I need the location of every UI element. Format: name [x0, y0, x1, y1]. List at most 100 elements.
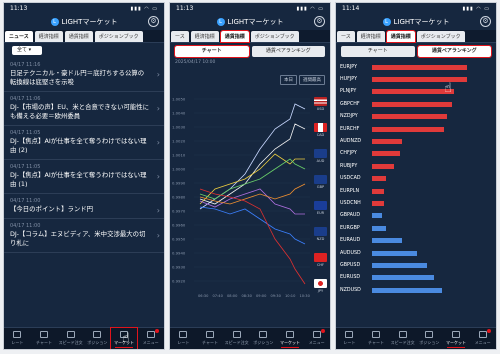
ranking-row[interactable]: AUDNZD	[336, 135, 496, 147]
nav-market[interactable]: マーケット	[277, 328, 304, 349]
status-bar: 11:13 ▮▮▮ ◠ ▭	[170, 3, 330, 14]
news-time: 04/17 11:06	[10, 96, 41, 102]
ranking-row[interactable]: CHFJPY	[336, 148, 496, 160]
x-tick-label: 08:30	[242, 294, 253, 298]
chevron-right-icon: ›	[156, 231, 160, 240]
ranking-row[interactable]: USDCAD	[336, 173, 496, 185]
gear-icon[interactable]: ⚙	[480, 16, 491, 27]
period-week-button[interactable]: 週間最高	[299, 75, 325, 85]
nav-speed-order[interactable]: スピード注文	[223, 328, 250, 349]
ranking-row[interactable]: EURUSD	[336, 272, 496, 284]
news-filter-select[interactable]: 全て ▾	[12, 46, 42, 55]
news-item[interactable]: 04/17 11:16 日足テクニカル・豪ドル円＝底打ちする公算の転換線は底堅さを…	[4, 58, 164, 92]
eur-flag-icon	[314, 201, 327, 210]
ranking-row[interactable]: NZDJPY	[336, 111, 496, 123]
ranking-row[interactable]: EURGBP	[336, 222, 496, 234]
nav-chart[interactable]: チャート	[31, 328, 58, 349]
chart-lines	[199, 103, 306, 285]
series-gbp	[199, 158, 306, 200]
tab-news[interactable]: ース	[171, 31, 189, 42]
ranking-bar	[372, 139, 402, 145]
ranking-row[interactable]: HUFJPY	[336, 73, 496, 85]
ranking-bar	[372, 176, 386, 182]
nav-position[interactable]: ポジション	[250, 328, 277, 349]
x-axis: 06:30 07:40 08:00 08:30 09:00 09:30 10:10 10:30	[198, 294, 311, 298]
nav-chart[interactable]: チャート	[363, 328, 390, 349]
nav-rate[interactable]: レート	[170, 328, 197, 349]
tab-position-book[interactable]: ポジションブック	[416, 31, 465, 42]
news-item[interactable]: 04/17 11:05 DJ-【焦点】AIが仕事を全て奪うわけではない理由 (2)…	[4, 126, 164, 160]
rate-icon	[13, 331, 22, 338]
position-icon	[425, 331, 434, 338]
gear-icon[interactable]: ⚙	[314, 16, 325, 27]
market-tabs: ース 経済指標 通貨指標 ポジションブック	[170, 30, 330, 43]
ranking-row[interactable]: PLNJPY	[336, 86, 496, 98]
subtab-pair-ranking[interactable]: 通貨ペアランキング	[251, 46, 325, 57]
period-today-button[interactable]: 本日	[280, 75, 297, 85]
nav-rate[interactable]: レート	[336, 328, 363, 349]
ranking-row[interactable]: EURPLN	[336, 185, 496, 197]
chevron-right-icon: ›	[156, 104, 160, 113]
nav-market[interactable]: マーケット	[443, 328, 470, 349]
pair-name: CHFJPY	[340, 151, 357, 157]
tab-currency[interactable]: 通貨指標	[64, 31, 93, 42]
nav-speed-order[interactable]: スピード注文	[389, 328, 416, 349]
pair-name: EURAUD	[340, 238, 361, 244]
nav-position[interactable]: ポジション	[84, 328, 111, 349]
x-tick-label: 08:00	[227, 294, 238, 298]
tab-economic[interactable]: 経済指標	[356, 31, 385, 42]
pair-name: HUFJPY	[340, 77, 358, 83]
ranking-row[interactable]: RUBJPY	[336, 160, 496, 172]
nav-position[interactable]: ポジション	[416, 328, 443, 349]
tab-news[interactable]: ース	[337, 31, 355, 42]
tab-position-book[interactable]: ポジションブック	[94, 31, 143, 42]
nav-menu[interactable]: メニュー	[303, 328, 330, 349]
tab-currency[interactable]: 通貨指標	[385, 30, 416, 43]
ranking-bar	[372, 188, 384, 194]
pair-name: NZDUSD	[340, 287, 361, 293]
news-item[interactable]: 04/17 11:00 DJ-【コラム】エヌビディア、米中交渉最大の切り札に ›	[4, 219, 164, 253]
chart-grid	[194, 98, 310, 282]
nav-menu[interactable]: メニュー	[469, 328, 496, 349]
news-item[interactable]: 04/17 11:00 【今日のポイント】ランド円 ›	[4, 194, 164, 219]
gear-icon[interactable]: ⚙	[148, 16, 159, 27]
subtab-chart[interactable]: チャート	[174, 45, 250, 58]
ranking-row[interactable]: EURAUD	[336, 234, 496, 246]
series-cad	[199, 123, 306, 205]
subtab-pair-ranking[interactable]: 通貨ペアランキング	[416, 45, 492, 58]
active-underline	[446, 346, 466, 348]
ranking-row[interactable]: GBPUSD	[336, 259, 496, 271]
tab-economic[interactable]: 経済指標	[34, 31, 63, 42]
ranking-bar	[372, 114, 447, 120]
tab-currency[interactable]: 通貨指標	[219, 30, 250, 43]
rate-icon	[345, 331, 354, 338]
ranking-row[interactable]: GBPCHF	[336, 98, 496, 110]
nav-rate[interactable]: レート	[4, 328, 31, 349]
news-headline: DJ-【市場の声】EU、米と合意できない可能性にも備える必要＝欧州委員	[10, 103, 150, 120]
ranking-row[interactable]: NZDUSD	[336, 284, 496, 296]
tab-economic[interactable]: 経済指標	[190, 31, 219, 42]
nav-chart[interactable]: チャート	[197, 328, 224, 349]
nav-speed-order[interactable]: スピード注文	[57, 328, 84, 349]
x-tick-label: 09:30	[271, 294, 282, 298]
ranking-row[interactable]: EURJPY	[336, 61, 496, 73]
news-item[interactable]: 04/17 11:05 DJ-【焦点】AIが仕事を全て奪うわけではない理由 (1)…	[4, 160, 164, 194]
news-headline: 【今日のポイント】ランド円	[10, 205, 94, 213]
ranking-row[interactable]: GBPAUD	[336, 210, 496, 222]
ranking-row[interactable]: USDCNH	[336, 197, 496, 209]
tab-news[interactable]: ニュース	[5, 31, 33, 42]
y-tick-label: 0.9960	[172, 223, 186, 228]
subtab-chart[interactable]: チャート	[341, 46, 415, 57]
tab-position-book[interactable]: ポジションブック	[250, 31, 299, 42]
chf-flag-icon	[314, 253, 327, 262]
bottom-nav: レート チャート スピード注文 ポジション マーケット メニュー	[336, 327, 496, 349]
nav-menu[interactable]: メニュー	[137, 328, 164, 349]
ranking-bar	[372, 77, 467, 83]
ranking-row[interactable]: EURCHF	[336, 123, 496, 135]
ranking-row[interactable]: AUDUSD	[336, 247, 496, 259]
pointer-hand-icon: ☝	[444, 81, 452, 96]
app-header: L LIGHTマーケット ⚙	[170, 14, 330, 30]
ranking-bar	[372, 238, 402, 244]
news-item[interactable]: 04/17 11:06 DJ-【市場の声】EU、米と合意できない可能性にも備える必…	[4, 92, 164, 126]
y-tick-label: 0.9990	[172, 181, 186, 186]
